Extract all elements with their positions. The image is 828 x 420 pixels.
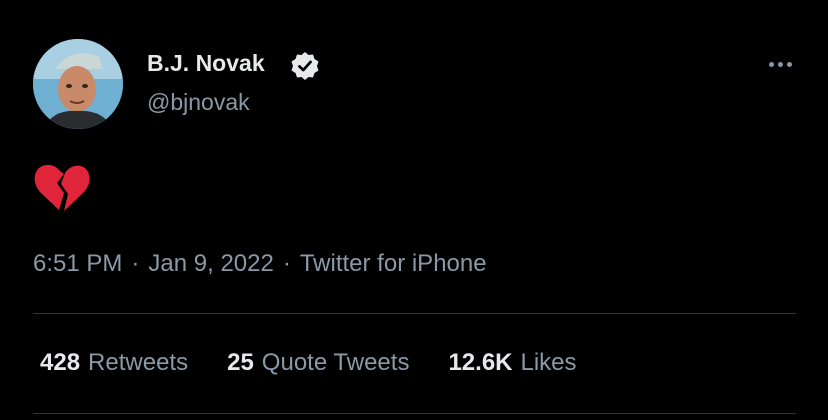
more-dot	[777, 61, 783, 67]
divider	[33, 413, 796, 414]
retweets-count: 428	[40, 349, 81, 376]
quote-tweets-stat[interactable]: 25 Quote Tweets	[227, 346, 409, 380]
quote-tweets-count: 25	[227, 349, 254, 376]
display-name[interactable]: B.J. Novak	[147, 48, 265, 78]
likes-count: 12.6K	[448, 349, 513, 376]
meta-separator: ·	[131, 250, 140, 277]
more-dot	[786, 61, 792, 67]
tweet-detail: B.J. Novak @bjnovak 6:51 PM · Jan 9, 2022 ·…	[0, 0, 828, 420]
engagement-stats: 428 Retweets 25 Quote Tweets 12.6K Likes	[40, 346, 577, 380]
tweet-source[interactable]: Twitter for iPhone	[300, 250, 487, 277]
likes-label: Likes	[520, 349, 577, 376]
broken-heart-icon	[34, 164, 90, 211]
tweet-meta: 6:51 PM · Jan 9, 2022 · Twitter for iPhone	[33, 248, 487, 280]
user-handle[interactable]: @bjnovak	[147, 87, 250, 117]
avatar[interactable]	[33, 39, 123, 129]
tweet-text	[33, 163, 91, 213]
tweet-date[interactable]: Jan 9, 2022	[148, 250, 273, 277]
retweets-stat[interactable]: 428 Retweets	[40, 346, 188, 380]
profile-photo	[33, 39, 123, 129]
quote-tweets-label: Quote Tweets	[261, 349, 410, 376]
divider	[33, 313, 796, 314]
more-dot	[768, 61, 774, 67]
verified-badge-icon	[289, 50, 321, 82]
meta-separator: ·	[282, 250, 291, 277]
likes-stat[interactable]: 12.6K Likes	[448, 346, 576, 380]
retweets-label: Retweets	[88, 349, 189, 376]
tweet-time[interactable]: 6:51 PM	[33, 250, 122, 277]
more-options-icon[interactable]	[760, 52, 800, 76]
